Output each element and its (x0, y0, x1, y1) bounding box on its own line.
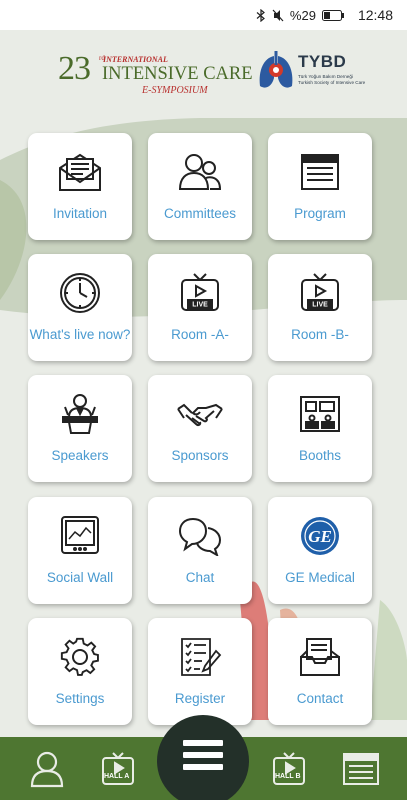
lungs-logo-icon (259, 51, 293, 88)
mail-tray-icon (295, 634, 345, 680)
tile-label: GE Medical (285, 570, 355, 585)
event-international: INTERNATIONAL (103, 55, 168, 64)
tile-label: Room -B- (291, 327, 349, 342)
live-tv-icon: LIVE (295, 270, 345, 316)
menu-button[interactable] (157, 715, 249, 800)
tile-settings[interactable]: Settings (28, 618, 132, 725)
tile-social-wall[interactable]: Social Wall (28, 497, 132, 604)
live-tv-icon: LIVE (175, 270, 225, 316)
handshake-icon (175, 391, 225, 437)
society-logo: TYBD Türk Yoğun Bakım Derneği Turkish So… (252, 48, 372, 108)
tile-label: Invitation (52, 206, 108, 221)
battery-icon (321, 9, 344, 21)
society-acronym: TYBD (298, 52, 347, 71)
hall-b-label: HALL B (275, 773, 301, 780)
tile-contact[interactable]: Contact (268, 618, 372, 725)
tile-label: Social Wall (46, 570, 114, 585)
tile-label: Register (174, 691, 226, 706)
tile-room-b[interactable]: LIVE Room -B- (268, 254, 372, 361)
tile-speakers[interactable]: Speakers (28, 375, 132, 482)
clock-icon (55, 270, 105, 316)
hall-a-button[interactable]: HALL A (96, 737, 140, 800)
tile-whats-live[interactable]: What's live now? (28, 254, 132, 361)
status-bar: %29 12:48 (0, 0, 407, 30)
header: 23 rd INTERNATIONAL INTENSIVE CARE E-SYM… (0, 30, 407, 120)
clock-time: 12:48 (357, 7, 393, 23)
tile-label: What's live now? (29, 327, 131, 342)
program-list-icon (295, 149, 345, 195)
event-title: INTENSIVE CARE (102, 64, 253, 84)
tile-register[interactable]: Register (148, 618, 252, 725)
hall-b-tv-icon (273, 751, 305, 785)
chat-bubbles-icon (175, 513, 225, 559)
tile-label: Sponsors (171, 448, 229, 463)
tile-ge-medical[interactable]: GE GE Medical (268, 497, 372, 604)
society-name-tr: Türk Yoğun Bakım Derneği (298, 74, 353, 79)
tile-label: Chat (185, 570, 215, 585)
tile-committees[interactable]: Committees (148, 133, 252, 240)
speaker-podium-icon (55, 391, 105, 437)
menu-icon (183, 740, 223, 770)
tile-label: Contact (296, 691, 344, 706)
tile-chat[interactable]: Chat (148, 497, 252, 604)
event-edition-number: 23 (58, 50, 91, 87)
tile-label: Program (294, 206, 346, 221)
tile-label: Settings (55, 691, 105, 706)
hall-b-button[interactable]: HALL B (267, 737, 311, 800)
monitor-chart-icon (55, 513, 105, 559)
gear-icon (55, 634, 105, 680)
tile-sponsors[interactable]: Sponsors (148, 375, 252, 482)
tile-label: Room -A- (171, 327, 229, 342)
program-nav-button[interactable] (337, 737, 385, 800)
hall-a-label: HALL A (104, 773, 130, 780)
event-subtitle: E-SYMPOSIUM (142, 85, 208, 96)
svg-text:LIVE: LIVE (312, 302, 328, 309)
booths-icon (295, 391, 345, 437)
society-name-en: Turkish Society of Intensive Care (298, 80, 366, 85)
tile-label: Speakers (51, 448, 109, 463)
svg-text:LIVE: LIVE (192, 302, 208, 309)
tile-label: Committees (163, 206, 236, 221)
tile-booths[interactable]: Booths (268, 375, 372, 482)
checklist-icon (175, 634, 225, 680)
tile-program[interactable]: Program (268, 133, 372, 240)
event-logo: 23 rd INTERNATIONAL INTENSIVE CARE E-SYM… (58, 50, 253, 102)
people-icon (175, 149, 225, 195)
profile-button[interactable] (22, 737, 72, 800)
mute-icon (272, 9, 284, 22)
battery-percent: %29 (289, 7, 316, 23)
svg-text:GE: GE (308, 527, 332, 546)
tile-invitation[interactable]: Invitation (28, 133, 132, 240)
tile-label: Booths (298, 448, 342, 463)
program-list-icon (343, 752, 379, 785)
profile-icon (30, 751, 64, 787)
tile-room-a[interactable]: LIVE Room -A- (148, 254, 252, 361)
hall-a-tv-icon (102, 751, 134, 785)
ge-logo-icon: GE (295, 513, 345, 559)
envelope-icon (55, 149, 105, 195)
bluetooth-icon (256, 8, 266, 22)
